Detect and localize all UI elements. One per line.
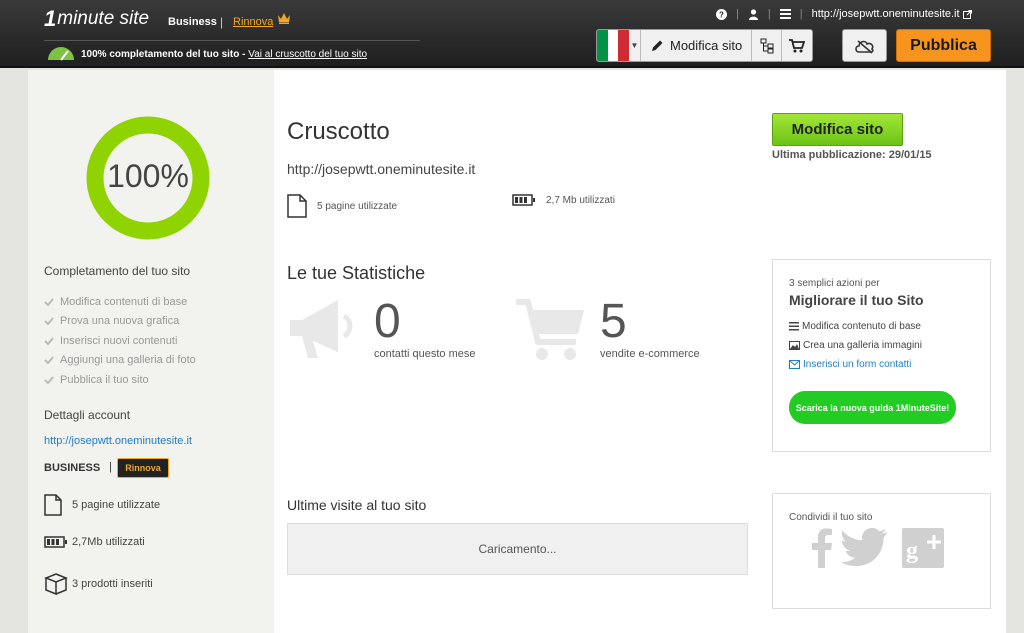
storage-used-stat: 2,7 Mb utilizzati [512, 194, 615, 206]
account-url-link[interactable]: http://josepwtt.oneminutesite.it [44, 435, 192, 447]
actions-intro: 3 semplici azioni per [789, 278, 880, 289]
page-icon [44, 494, 72, 516]
language-flag-icon[interactable] [597, 30, 630, 61]
improve-site-box: 3 semplici azioni per Migliorare il tuo … [772, 259, 991, 452]
check-icon [44, 317, 54, 326]
products-inserted: 3 prodotti inseriti [44, 572, 153, 596]
main-content: Cruscotto http://josepwtt.oneminutesite.… [274, 70, 1006, 633]
pages-used-stat: 5 pagine utilizzate [287, 194, 397, 218]
edit-site-toolbar-button[interactable]: Modifica sito [641, 30, 753, 61]
last-publish: Ultima pubblicazione: 29/01/15 [772, 149, 932, 161]
google-plus-icon[interactable]: g [902, 528, 944, 568]
check-icon [44, 376, 54, 384]
external-link-icon[interactable] [962, 9, 972, 19]
box-icon [44, 572, 72, 596]
twitter-icon[interactable] [842, 528, 888, 566]
account-details-title: Dettagli account [44, 408, 131, 422]
logo-mark: 1 [44, 6, 56, 31]
renew-button[interactable]: Rinnova [117, 458, 169, 478]
sidebar: 100% Completamento del tuo sito Modifica… [28, 70, 274, 633]
help-icon[interactable]: ? [716, 8, 727, 20]
image-icon [789, 341, 800, 350]
envelope-icon [789, 360, 800, 369]
recent-visits-title: Ultime visite al tuo sito [287, 497, 427, 513]
visits-loading: Caricamento... [287, 523, 748, 575]
contacts-count: 0 [374, 295, 401, 348]
contacts-label: contatti questo mese [374, 348, 476, 360]
completion-percent: 100% [107, 158, 189, 194]
sales-count: 5 [600, 295, 627, 348]
renew-link[interactable]: Rinnova [233, 16, 273, 28]
progress-label: 100% completamento del tuo sito - [81, 49, 249, 60]
plan-separator: | [220, 15, 224, 29]
dashboard-link[interactable]: Vai al cruscotto del tuo sito [248, 49, 367, 60]
editor-toolbar: ▼ Modifica sito [596, 29, 814, 62]
site-url-link[interactable]: http://josepwtt.oneminutesite.it [812, 8, 960, 20]
action-create-gallery: Crea una galleria immagini [789, 340, 922, 351]
plan-label: Business [168, 16, 217, 28]
check-icon [44, 337, 54, 345]
action-insert-form[interactable]: Inserisci un form contatti [789, 359, 911, 370]
megaphone-icon [290, 300, 353, 358]
publish-button[interactable]: Pubblica [896, 29, 991, 62]
share-box: Condividi il tuo sito g [772, 493, 991, 609]
gauge-icon [46, 45, 76, 61]
top-bar: 1 minute site Business | Rinnova 100% co… [0, 0, 1024, 68]
facebook-icon[interactable] [811, 528, 833, 568]
pencil-icon [652, 40, 663, 51]
text-lines-icon [789, 322, 799, 331]
pages-used: 5 pagine utilizzate [44, 494, 160, 516]
svg-text:?: ? [719, 10, 724, 19]
completion-checklist: Modifica contenuti di base Prova una nuo… [44, 292, 196, 390]
user-icon[interactable] [748, 8, 759, 20]
site-url: http://josepwtt.oneminutesite.it [287, 161, 476, 177]
stats-title: Le tue Statistiche [287, 263, 426, 283]
cloud-icon [854, 39, 874, 54]
check-icon [44, 356, 54, 365]
progress-line: 100% completamento del tuo sito - Vai al… [44, 40, 420, 64]
logo-text: minute site [57, 8, 150, 29]
storage-used: 2,7Mb utilizzati [44, 536, 145, 548]
shopping-cart-icon [516, 299, 584, 360]
checklist-item: Prova una nuova grafica [44, 312, 196, 332]
actions-title: Migliorare il tuo Sito [789, 292, 924, 308]
menu-separator: | [799, 8, 803, 20]
action-edit-content: Modifica contenuto di base [789, 321, 921, 332]
check-icon [44, 298, 54, 306]
completion-title: Completamento del tuo sito [44, 264, 191, 278]
checklist-item: Modifica contenuti di base [44, 292, 196, 312]
share-title: Condividi il tuo sito [789, 512, 873, 523]
battery-icon [44, 536, 72, 548]
page-icon [287, 194, 307, 218]
page-title: Cruscotto [287, 118, 390, 145]
account-separator: | [109, 461, 112, 473]
checklist-item: Pubblica il tuo sito [44, 370, 196, 390]
progress-text: 100% completamento del tuo sito - Vai al… [81, 49, 367, 60]
svg-text:g: g [906, 538, 918, 564]
menu-icon[interactable] [779, 9, 791, 19]
top-right-menu: ? | | | http://josepwtt.oneminutesite.it [716, 8, 972, 20]
checklist-item: Aggiungi una galleria di foto [44, 351, 196, 371]
checklist-item: Inserisci nuovi contenuti [44, 331, 196, 351]
account-plan: BUSINESS [44, 462, 101, 474]
edit-site-button[interactable]: Modifica sito [772, 113, 903, 146]
sitemap-icon[interactable] [752, 30, 783, 61]
battery-icon [512, 194, 535, 206]
cart-icon[interactable] [782, 30, 812, 61]
edit-site-label: Modifica sito [670, 38, 743, 53]
download-guide-button[interactable]: Scarica la nuova guida 1MinuteSite! [789, 391, 956, 424]
menu-separator: | [736, 8, 739, 20]
cloud-sync-button[interactable] [842, 29, 887, 62]
menu-separator: | [767, 8, 771, 20]
crown-icon [277, 12, 291, 24]
sales-label: vendite e-commerce [600, 348, 700, 360]
logo[interactable]: 1 minute site [44, 6, 149, 32]
chevron-down-icon[interactable]: ▼ [629, 30, 641, 61]
